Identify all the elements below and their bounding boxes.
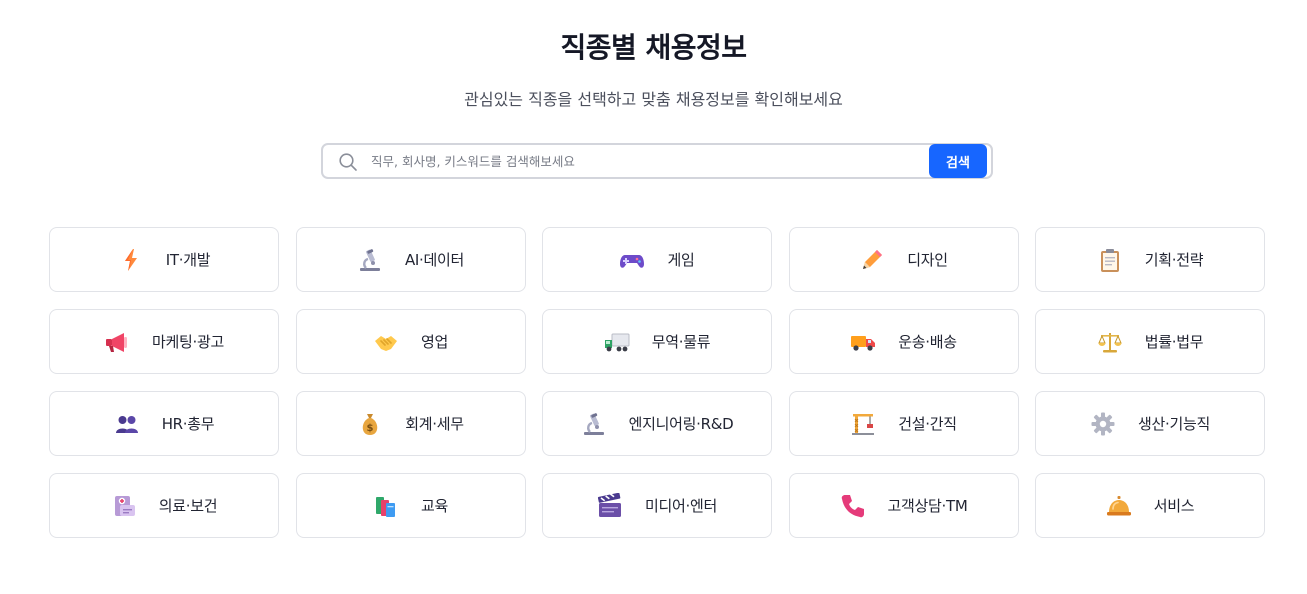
category-label: 서비스 [1153, 497, 1195, 515]
microscope-icon [357, 247, 383, 273]
category-card[interactable]: $ 회계·세무 [295, 391, 526, 456]
category-label: AI·데이터 [404, 251, 465, 269]
category-card[interactable]: 영업 [295, 309, 526, 374]
category-label: 엔지니어링·R&D [628, 415, 734, 433]
category-card[interactable]: 건설·간직 [788, 391, 1019, 456]
category-label: 마케팅·광고 [152, 333, 224, 351]
svg-text:$: $ [367, 423, 374, 434]
people-icon [114, 411, 140, 437]
microscope-icon [581, 411, 607, 437]
lightning-icon [118, 247, 144, 273]
category-label: 영업 [420, 333, 448, 351]
category-card[interactable]: 법률·법무 [1035, 309, 1265, 374]
category-card[interactable]: 교육 [295, 473, 526, 538]
books-icon [373, 493, 399, 519]
search-button[interactable]: 검색 [929, 144, 987, 178]
search-icon [338, 152, 358, 172]
category-grid: IT·개발 AI·데이터 게임 디자인 기획·전략마케팅·광고 영업 무역·물류 운송·배송 법… [49, 227, 1265, 538]
category-label: HR·총무 [161, 415, 215, 433]
category-label: 교육 [420, 497, 448, 515]
handshake-icon [373, 329, 399, 355]
category-label: 의료·보건 [158, 497, 218, 515]
category-card[interactable]: AI·데이터 [295, 227, 526, 292]
medical-kit-icon [111, 493, 137, 519]
gamepad-icon [619, 247, 645, 273]
search-bar: 검색 [321, 143, 993, 179]
category-label: 게임 [667, 251, 695, 269]
clapper-board-icon [597, 492, 623, 519]
delivery-truck-icon [850, 329, 876, 355]
category-card[interactable]: 생산·기능직 [1035, 391, 1265, 456]
clipboard-icon [1097, 247, 1123, 273]
megaphone-icon [104, 329, 130, 355]
category-card[interactable]: 마케팅·광고 [49, 309, 279, 374]
category-card[interactable]: 게임 [542, 227, 772, 292]
category-label: 법률·법무 [1144, 333, 1204, 351]
crane-icon [850, 411, 876, 437]
category-card[interactable]: 미디어·엔터 [542, 473, 772, 538]
category-card[interactable]: HR·총무 [49, 391, 279, 456]
category-card[interactable]: 엔지니어링·R&D [542, 391, 772, 456]
page-subtitle: 관심있는 직종을 선택하고 맞춤 채용정보를 확인해보세요 [464, 90, 843, 109]
truck-icon [604, 329, 630, 355]
category-card[interactable]: 의료·보건 [49, 473, 279, 538]
category-card[interactable]: 고객상담·TM [788, 473, 1019, 538]
category-label: 건설·간직 [898, 415, 957, 433]
category-card[interactable]: 무역·물류 [542, 309, 772, 374]
category-label: IT·개발 [165, 251, 211, 269]
category-label: 운송·배송 [898, 333, 957, 351]
category-label: 생산·기능직 [1138, 415, 1210, 433]
category-card[interactable]: 서비스 [1035, 473, 1265, 538]
category-card[interactable]: 기획·전략 [1035, 227, 1265, 292]
category-card[interactable]: 디자인 [788, 227, 1019, 292]
category-label: 고객상담·TM [887, 497, 968, 515]
phone-icon [840, 493, 866, 519]
category-card[interactable]: IT·개발 [49, 227, 279, 292]
category-label: 회계·세무 [405, 415, 464, 433]
pencil-icon [859, 247, 885, 273]
scales-icon [1097, 329, 1123, 355]
service-bell-icon [1106, 493, 1132, 519]
page-title: 직종별 채용정보 [560, 31, 747, 64]
category-label: 디자인 [907, 251, 948, 269]
search-input[interactable] [371, 145, 921, 177]
category-label: 기획·전략 [1144, 251, 1204, 269]
category-card[interactable]: 운송·배송 [788, 309, 1019, 374]
page: 직종별 채용정보 관심있는 직종을 선택하고 맞춤 채용정보를 확인해보세요 검… [0, 0, 1307, 594]
category-label: 무역·물류 [651, 333, 711, 351]
gear-icon [1090, 411, 1116, 437]
category-label: 미디어·엔터 [645, 497, 717, 515]
money-bag-icon: $ [357, 411, 383, 437]
